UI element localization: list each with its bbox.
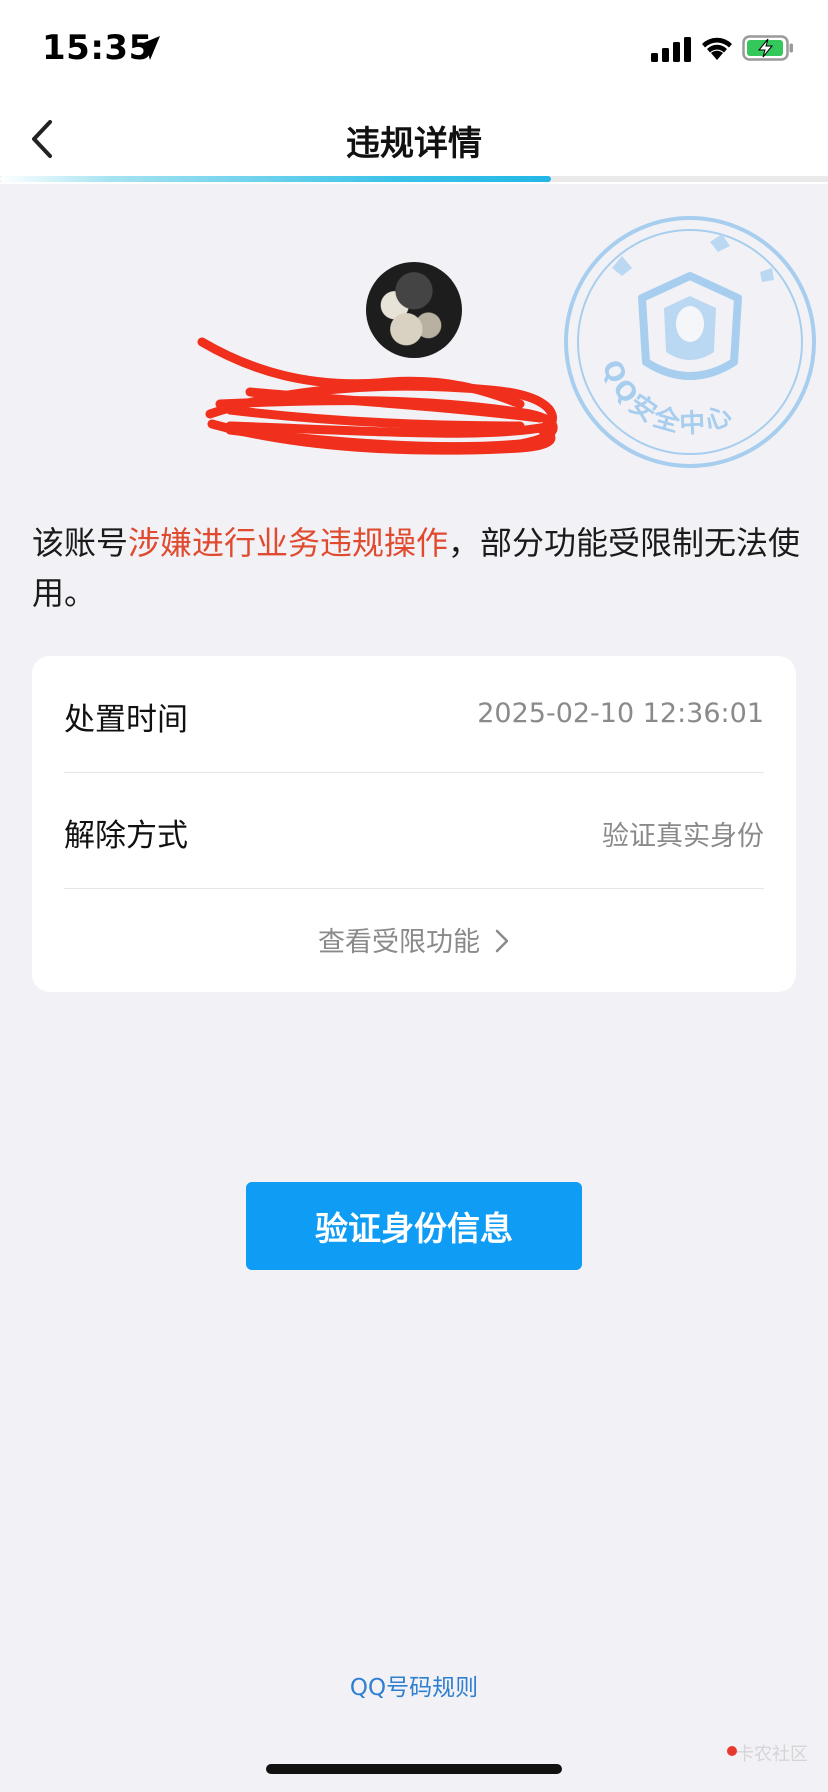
redaction-scribble — [197, 337, 558, 455]
more-link-label: 查看受限功能 — [318, 927, 480, 958]
location-arrow-icon — [136, 36, 160, 60]
notice-prefix: 该账号 — [32, 524, 129, 562]
progress-fill — [0, 176, 551, 182]
violation-notice: 该账号涉嫌进行业务违规操作，部分功能受限制无法使用。 — [32, 518, 802, 618]
qq-number-rules-link[interactable]: QQ号码规则 — [0, 1668, 828, 1702]
detail-row-time: 处置时间 2025-02-10 12:36:01 — [64, 656, 764, 772]
watermark: 卡农社区 — [736, 1744, 808, 1765]
cellular-signal-icon — [651, 37, 691, 62]
details-card: 处置时间 2025-02-10 12:36:01 解除方式 验证真实身份 查看受… — [32, 656, 796, 992]
violation-details-screen: 15:35 违规详情 QQ安全中心 该账号涉嫌进行业务违规操作，部分功能受限制无… — [0, 0, 828, 1792]
page-title: 违规详情 — [346, 124, 482, 164]
header: 15:35 违规详情 — [0, 0, 828, 184]
battery-charging-icon — [742, 35, 793, 61]
divider — [64, 888, 764, 889]
detail-label: 处置时间 — [64, 702, 188, 738]
verify-identity-button[interactable]: 验证身份信息 — [246, 1182, 582, 1270]
view-restricted-features-link[interactable]: 查看受限功能 — [32, 920, 796, 959]
notice-highlight: 涉嫌进行业务违规操作 — [128, 524, 449, 562]
chevron-right-icon — [495, 929, 509, 953]
detail-row-method: 解除方式 验证真实身份 — [64, 772, 764, 888]
detail-value: 验证真实身份 — [602, 821, 764, 852]
home-indicator — [266, 1764, 562, 1774]
detail-label: 解除方式 — [64, 818, 188, 854]
security-center-stamp: QQ安全中心 — [564, 216, 816, 468]
detail-value: 2025-02-10 12:36:01 — [477, 698, 764, 729]
wifi-icon — [702, 37, 732, 60]
progress-track — [0, 176, 828, 182]
